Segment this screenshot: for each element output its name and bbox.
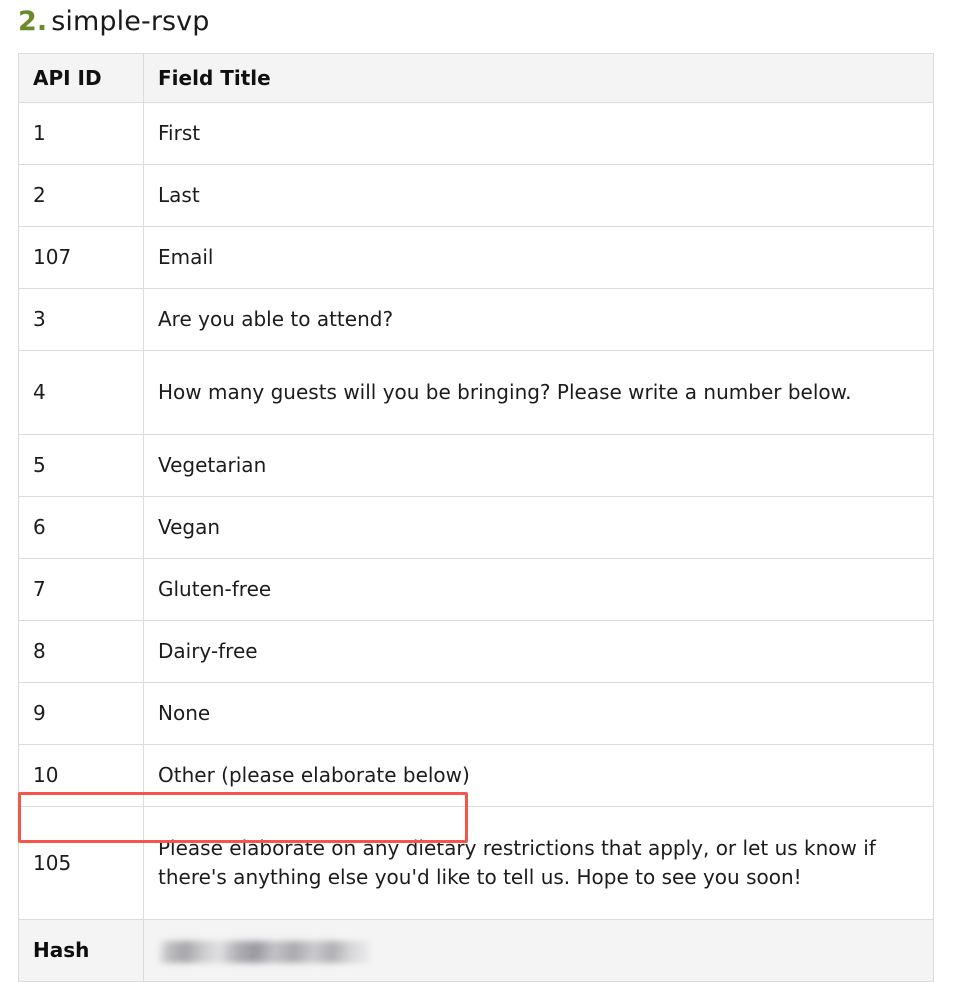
cell-field-title: Are you able to attend? <box>143 288 934 351</box>
table-row: 8 Dairy-free <box>18 620 934 683</box>
cell-api-id: 8 <box>18 620 144 683</box>
table-body: 1 First 2 Last 107 Email 3 Are you able … <box>18 102 934 982</box>
table-row: 105 Please elaborate on any dietary rest… <box>18 806 934 920</box>
cell-field-title: How many guests will you be bringing? Pl… <box>143 350 934 435</box>
cell-field-title: Dairy-free <box>143 620 934 683</box>
table-row: 6 Vegan <box>18 496 934 559</box>
table-row: 1 First <box>18 102 934 165</box>
page-title-name: simple-rsvp <box>51 6 210 37</box>
cell-hash-value <box>143 919 934 982</box>
cell-field-title: Please elaborate on any dietary restrict… <box>143 806 934 920</box>
cell-api-id: 3 <box>18 288 144 351</box>
field-table: API ID Field Title 1 First 2 Last 107 Em… <box>18 53 934 982</box>
cell-field-title: None <box>143 682 934 745</box>
cell-field-title: Other (please elaborate below) <box>143 744 934 807</box>
cell-api-id: 105 <box>18 806 144 920</box>
table-header-row: API ID Field Title <box>18 53 934 103</box>
cell-api-id: 1 <box>18 102 144 165</box>
cell-hash-label: Hash <box>18 919 144 982</box>
table-row: 4 How many guests will you be bringing? … <box>18 350 934 435</box>
table-row: 10 Other (please elaborate below) <box>18 744 934 807</box>
table-row: 5 Vegetarian <box>18 434 934 497</box>
table-row-hash: Hash <box>18 919 934 982</box>
table-row: 7 Gluten-free <box>18 558 934 621</box>
cell-api-id: 2 <box>18 164 144 227</box>
cell-field-title: First <box>143 102 934 165</box>
cell-field-title: Gluten-free <box>143 558 934 621</box>
cell-field-title: Email <box>143 226 934 289</box>
column-header-field-title: Field Title <box>143 53 934 103</box>
cell-api-id: 7 <box>18 558 144 621</box>
cell-api-id: 5 <box>18 434 144 497</box>
cell-api-id: 107 <box>18 226 144 289</box>
page-title-number: 2. <box>18 6 48 37</box>
table-row: 9 None <box>18 682 934 745</box>
cell-api-id: 6 <box>18 496 144 559</box>
cell-api-id: 4 <box>18 350 144 435</box>
cell-field-title: Vegetarian <box>143 434 934 497</box>
table-row: 2 Last <box>18 164 934 227</box>
document-page: 2. simple-rsvp API ID Field Title 1 First… <box>0 0 958 982</box>
table-row: 107 Email <box>18 226 934 289</box>
cell-field-title: Vegan <box>143 496 934 559</box>
cell-api-id: 10 <box>18 744 144 807</box>
cell-field-title: Last <box>143 164 934 227</box>
cell-api-id: 9 <box>18 682 144 745</box>
table-head: API ID Field Title <box>18 53 934 103</box>
redacted-hash-value <box>158 940 370 963</box>
table-row: 3 Are you able to attend? <box>18 288 934 351</box>
column-header-api-id: API ID <box>18 53 144 103</box>
page-title: 2. simple-rsvp <box>18 2 210 42</box>
